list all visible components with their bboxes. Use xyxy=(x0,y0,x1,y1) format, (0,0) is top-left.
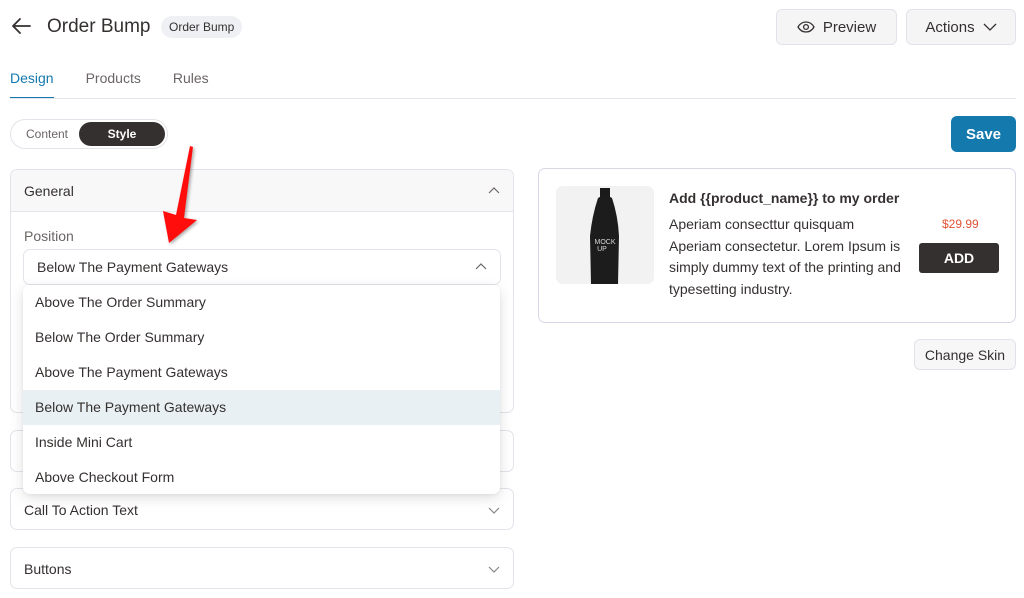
order-bump-preview: MOCK UP Add {{product_name}} to my order… xyxy=(538,168,1016,323)
preview-button[interactable]: Preview xyxy=(776,9,897,45)
svg-text:MOCK: MOCK xyxy=(595,239,616,246)
tab-design[interactable]: Design xyxy=(10,70,54,99)
position-select[interactable]: Below The Payment Gateways xyxy=(23,249,501,285)
toggle-content[interactable]: Content xyxy=(15,122,79,146)
bottle-icon: MOCK UP xyxy=(556,186,654,284)
cta-text-panel-title: Call To Action Text xyxy=(24,502,138,518)
position-option[interactable]: Above The Payment Gateways xyxy=(23,355,500,390)
tab-products[interactable]: Products xyxy=(86,70,141,98)
tabs-divider xyxy=(10,98,1016,99)
content-style-toggle: Content Style xyxy=(10,119,168,149)
chevron-up-icon xyxy=(488,186,500,193)
save-button[interactable]: Save xyxy=(951,116,1016,152)
cta-text-panel: Call To Action Text xyxy=(10,488,514,530)
actions-button[interactable]: Actions xyxy=(906,9,1016,45)
add-button[interactable]: ADD xyxy=(919,243,999,273)
position-label: Position xyxy=(24,228,74,244)
tab-rules[interactable]: Rules xyxy=(173,70,209,98)
position-option[interactable]: Above The Order Summary xyxy=(23,285,500,320)
preview-description: Aperiam consecttur quisquam Aperiam cons… xyxy=(669,216,901,297)
page-title: Order Bump xyxy=(47,16,151,37)
preview-label: Preview xyxy=(822,18,877,36)
chevron-down-icon xyxy=(983,23,997,31)
buttons-panel-title: Buttons xyxy=(24,561,72,577)
general-panel-title: General xyxy=(24,182,74,199)
tab-bar: Design Products Rules xyxy=(10,70,209,99)
buttons-panel-header[interactable]: Buttons xyxy=(11,548,513,590)
type-badge: Order Bump xyxy=(161,16,243,38)
position-select-value: Below The Payment Gateways xyxy=(37,259,229,275)
cta-text-panel-header[interactable]: Call To Action Text xyxy=(11,489,513,531)
chevron-down-icon xyxy=(488,507,500,514)
position-option[interactable]: Inside Mini Cart xyxy=(23,425,500,460)
back-button[interactable] xyxy=(10,14,36,40)
position-option[interactable]: Below The Order Summary xyxy=(23,320,500,355)
preview-price: $29.99 xyxy=(942,217,979,231)
position-option[interactable]: Above Checkout Form xyxy=(23,460,500,494)
page-header: Order Bump Order Bump Preview Actions xyxy=(0,0,1024,60)
chevron-down-icon xyxy=(488,566,500,573)
arrow-left-icon xyxy=(12,18,31,34)
position-option-selected[interactable]: Below The Payment Gateways xyxy=(23,390,500,425)
toggle-style[interactable]: Style xyxy=(79,122,165,146)
product-image: MOCK UP xyxy=(556,186,654,284)
chevron-up-icon xyxy=(475,263,487,270)
eye-icon xyxy=(797,21,815,33)
general-panel-header[interactable]: General xyxy=(11,170,513,212)
change-skin-button[interactable]: Change Skin xyxy=(914,339,1016,370)
buttons-panel: Buttons xyxy=(10,547,514,589)
position-dropdown-menu: Above The Order Summary Below The Order … xyxy=(23,285,500,494)
svg-text:UP: UP xyxy=(597,246,607,253)
actions-label: Actions xyxy=(925,18,975,36)
preview-title: Add {{product_name}} to my order xyxy=(669,190,900,206)
